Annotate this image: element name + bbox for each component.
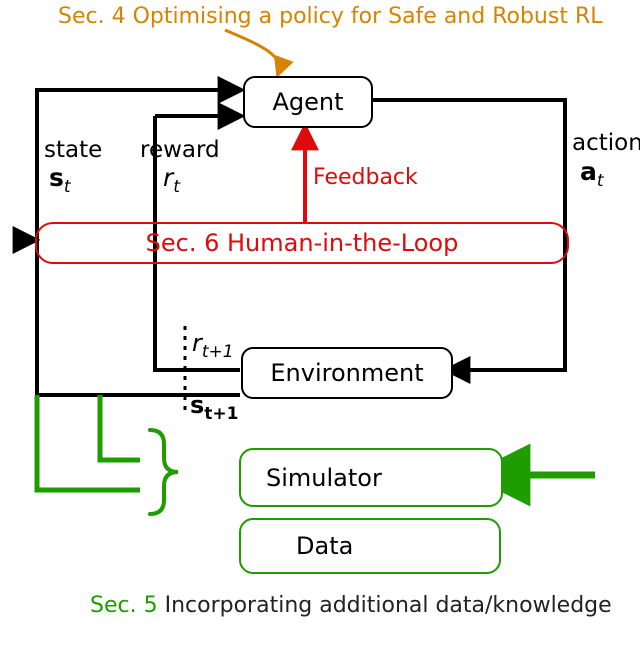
action-sym: at bbox=[580, 158, 604, 192]
simulator-box: Simulator bbox=[239, 448, 503, 507]
title-sec: Sec. 4 bbox=[58, 4, 126, 29]
bottom-sec: Sec. 5 bbox=[90, 593, 158, 618]
title-text: Optimising a policy for Safe and Robust … bbox=[133, 4, 603, 29]
state-sym: st bbox=[49, 164, 71, 198]
agent-label: Agent bbox=[272, 88, 343, 116]
state-sub: t bbox=[64, 177, 71, 197]
environment-box: Environment bbox=[241, 347, 453, 399]
feedback-label: Feedback bbox=[313, 165, 418, 190]
hitl-sec: Sec. 6 bbox=[146, 229, 220, 257]
reward-word: reward bbox=[140, 137, 220, 163]
state-label: state bbox=[44, 137, 102, 163]
environment-label: Environment bbox=[270, 359, 423, 387]
state-s: s bbox=[49, 163, 64, 192]
data-label: Data bbox=[296, 532, 353, 560]
title: Sec. 4 Optimising a policy for Safe and … bbox=[58, 4, 603, 29]
bottom-text: Incorporating additional data/knowledge bbox=[165, 593, 612, 618]
action-word: action bbox=[572, 130, 640, 156]
hitl-text: Human-in-the-Loop bbox=[227, 229, 458, 257]
data-box: Data bbox=[239, 518, 501, 574]
agent-box: Agent bbox=[243, 76, 373, 128]
action-label: action bbox=[572, 130, 640, 156]
bottom-caption: Sec. 5 Incorporating additional data/kno… bbox=[90, 593, 612, 618]
reward-label: reward bbox=[140, 137, 220, 163]
simulator-label: Simulator bbox=[266, 464, 382, 492]
action-sub: t bbox=[597, 171, 604, 191]
state-word: state bbox=[44, 137, 102, 163]
reward-sym: rt bbox=[163, 164, 180, 198]
hitl-box: Sec. 6 Human-in-the-Loop bbox=[35, 222, 569, 264]
action-a: a bbox=[580, 157, 597, 186]
rtplus: rt+1 bbox=[192, 330, 234, 362]
reward-sub: t bbox=[173, 177, 180, 197]
stplus: st+1 bbox=[190, 392, 239, 424]
reward-r: r bbox=[163, 163, 173, 192]
